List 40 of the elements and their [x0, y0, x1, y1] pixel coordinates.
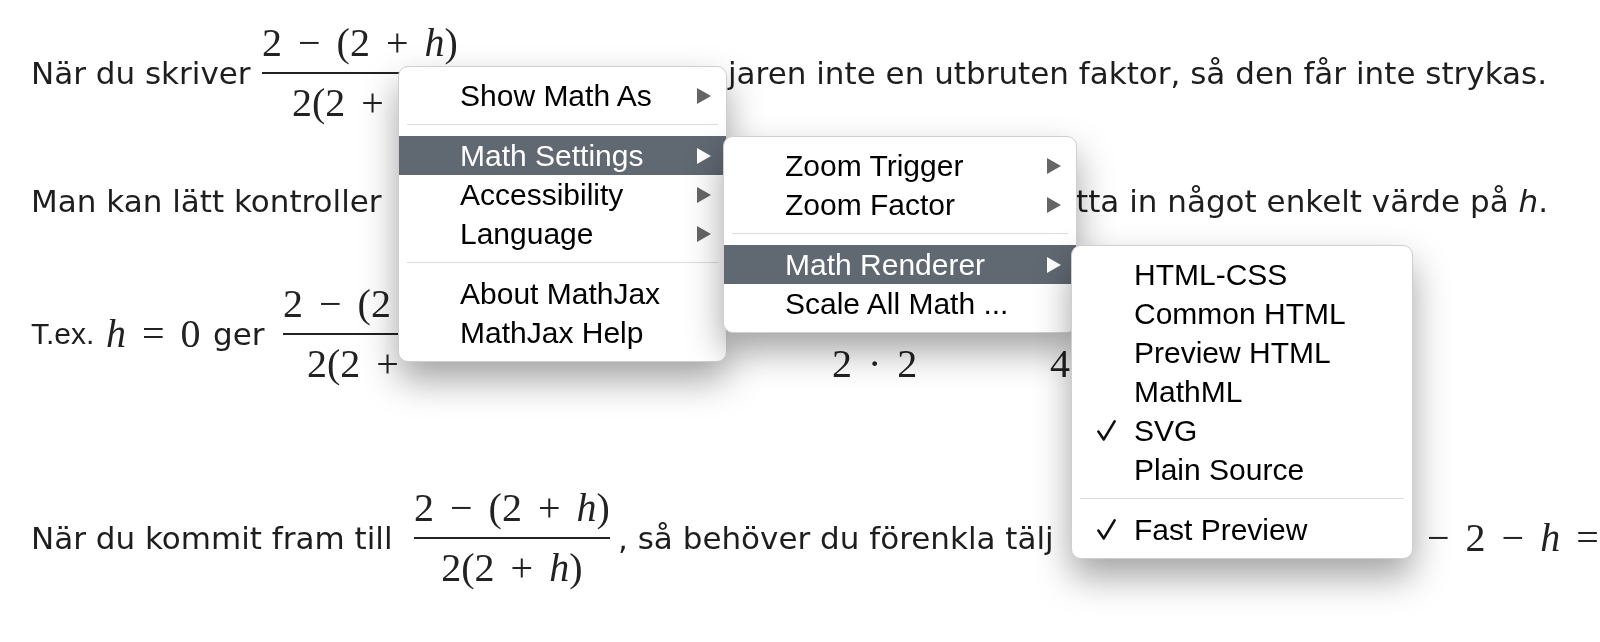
menu-item[interactable]: Preview HTML	[1072, 333, 1412, 372]
arrow-right-icon	[697, 186, 711, 203]
menu-item[interactable]: About MathJax	[399, 274, 726, 313]
menu-item[interactable]: Fast Preview	[1072, 510, 1412, 549]
menu-item[interactable]: Math Renderer	[724, 245, 1076, 284]
menu-item[interactable]: SVG	[1072, 411, 1412, 450]
body-text: tta in något enkelt värde på h.	[1076, 182, 1549, 221]
body-text: När du kommit fram till	[31, 519, 393, 558]
menu-item[interactable]: MathJax Help	[399, 313, 726, 352]
arrow-right-icon	[1047, 256, 1061, 273]
math-numerator: 2 − (2 + h)	[262, 21, 458, 65]
arrow-right-icon	[697, 147, 711, 164]
body-text: När du skriver	[31, 54, 251, 93]
arrow-right-icon	[697, 87, 711, 104]
body-text: , så behöver du förenkla tälj	[618, 519, 1054, 558]
menu-item[interactable]: Math Settings	[399, 136, 726, 175]
math-denominator: 2(2 +	[292, 81, 384, 125]
menu-item[interactable]: Zoom Factor	[724, 185, 1076, 224]
menu-item[interactable]: Zoom Trigger	[724, 146, 1076, 185]
menu-item[interactable]: Plain Source	[1072, 450, 1412, 489]
menu-item[interactable]: MathML	[1072, 372, 1412, 411]
math-numerator: 2 − (2 + h)	[414, 486, 610, 530]
menu-item[interactable]: Accessibility	[399, 175, 726, 214]
body-text: T.ex.	[31, 316, 95, 352]
menu-item[interactable]: Language	[399, 214, 726, 253]
menu-item[interactable]: Common HTML	[1072, 294, 1412, 333]
math-expression: − 2 − h =	[1427, 516, 1599, 560]
math-denominator: 2 · 2	[832, 342, 918, 386]
math-expression: h = 0	[106, 312, 201, 356]
math-numerator: 2 − (2	[283, 282, 391, 326]
math-denominator: 2(2 +	[307, 342, 399, 386]
body-text: jaren inte en utbruten faktor, så den får inte strykas.	[728, 54, 1548, 93]
arrow-right-icon	[1047, 196, 1061, 213]
body-text: Man kan lätt kontroller	[31, 182, 382, 221]
arrow-right-icon	[1047, 157, 1061, 174]
math-denominator: 4	[1050, 342, 1070, 386]
math-denominator: 2(2 + h)	[441, 546, 583, 590]
menu-item[interactable]: Show Math As	[399, 76, 726, 115]
arrow-right-icon	[697, 225, 711, 242]
body-text: ger	[213, 315, 265, 354]
